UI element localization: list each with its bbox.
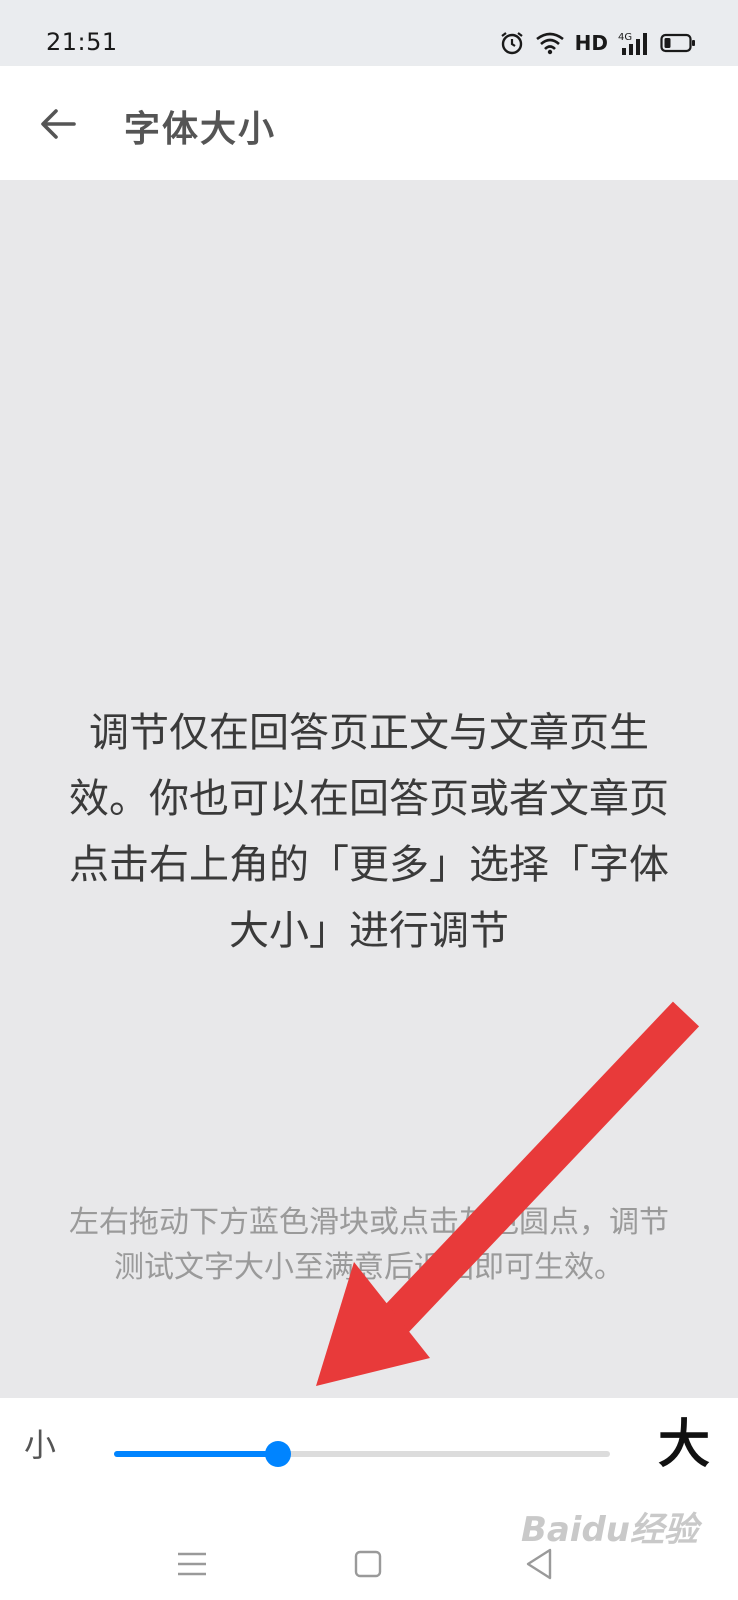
watermark: Baidu经验 [520, 1510, 698, 1550]
page-title: 字体大小 [124, 109, 277, 150]
status-time: 21:51 [46, 28, 118, 56]
wifi-icon [535, 32, 564, 55]
home-icon[interactable] [349, 1544, 389, 1584]
signal-4g-icon: 4G [618, 32, 647, 55]
hint-text: 左右拖动下方蓝色滑块或点击灰色圆点，调节测试文字大小至满意后返回即可生效。 [69, 1205, 669, 1285]
svg-text:4G: 4G [618, 32, 632, 43]
label-large: 大 [657, 1415, 710, 1475]
slider-track[interactable] [114, 1441, 610, 1467]
preview-text: 调节仅在回答页正文与文章页生效。你也可以在回答页或者文章页点击右上角的「更多」选… [69, 710, 669, 954]
status-icons: HD 4G [499, 28, 696, 58]
network-label: HD [574, 31, 608, 55]
label-small: 小 [24, 1426, 57, 1464]
slider-fill [114, 1451, 278, 1457]
menu-icon[interactable] [172, 1544, 212, 1584]
status-bar: 21:51 HD 4G [0, 0, 738, 66]
slider-thumb[interactable] [264, 1441, 291, 1467]
app-bar: 字体大小 [0, 66, 738, 180]
back-arrow-icon[interactable] [36, 102, 80, 146]
battery-icon [660, 33, 695, 53]
alarm-icon [500, 32, 523, 55]
font-preview-area: 调节仅在回答页正文与文章页生效。你也可以在回答页或者文章页点击右上角的「更多」选… [0, 180, 738, 1398]
